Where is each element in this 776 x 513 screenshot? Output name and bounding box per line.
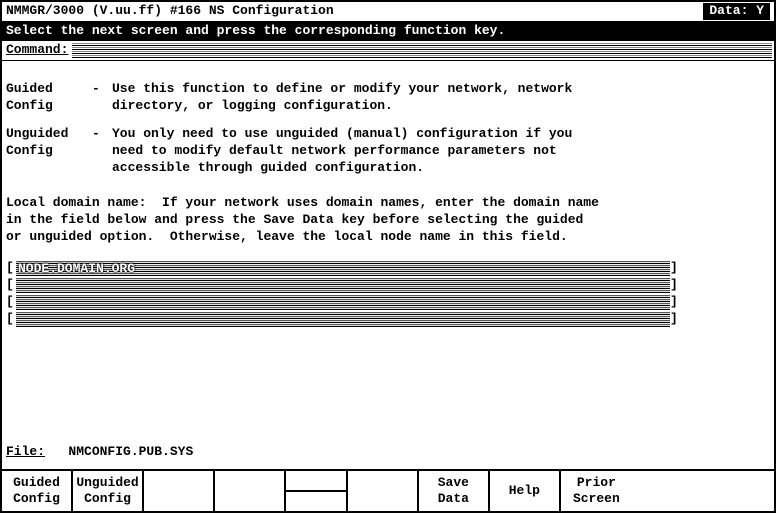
title-bar: NMMGR/3000 (V.uu.ff) #166 NS Configurati… <box>2 2 774 22</box>
domain-input-3[interactable] <box>16 295 670 310</box>
app-window: NMMGR/3000 (V.uu.ff) #166 NS Configurati… <box>0 0 776 513</box>
unguided-label: Unguided Config <box>6 126 92 177</box>
f2-unguided-config[interactable]: Unguided Config <box>73 471 144 511</box>
domain-input-1[interactable]: NODE.DOMAIN.ORG <box>16 261 670 276</box>
f7-help[interactable]: Help <box>490 471 561 511</box>
f1-guided-config[interactable]: Guided Config <box>2 471 73 511</box>
command-input[interactable] <box>72 42 772 58</box>
file-label: File: <box>6 444 45 459</box>
title-text: NMMGR/3000 (V.uu.ff) #166 NS Configurati… <box>6 3 334 20</box>
f3-blank[interactable] <box>144 471 215 511</box>
unguided-text: You only need to use unguided (manual) c… <box>112 126 770 177</box>
guided-section: Guided Config - Use this function to def… <box>6 81 770 115</box>
file-row: File: NMCONFIG.PUB.SYS <box>6 444 193 461</box>
guided-text: Use this function to define or modify yo… <box>112 81 770 115</box>
f5-blank[interactable] <box>348 471 419 511</box>
instruction-bar: Select the next screen and press the cor… <box>2 22 774 41</box>
command-row: Command: <box>2 41 774 61</box>
f8-prior-screen[interactable]: Prior Screen <box>561 471 632 511</box>
domain-instructions: Local domain name: If your network uses … <box>6 195 770 246</box>
fkey-gap <box>286 471 348 511</box>
data-indicator: Data: Y <box>703 3 770 20</box>
unguided-section: Unguided Config - You only need to use u… <box>6 126 770 177</box>
domain-input-4[interactable] <box>16 312 670 327</box>
body: Guided Config - Use this function to def… <box>2 61 774 332</box>
function-keys: Guided Config Unguided Config Save Data … <box>2 469 774 511</box>
command-label: Command: <box>2 41 72 60</box>
domain-input-2[interactable] <box>16 278 670 293</box>
domain-fields: [ NODE.DOMAIN.ORG ] [ ] [ ] [ ] <box>6 260 770 328</box>
file-value: NMCONFIG.PUB.SYS <box>68 444 193 459</box>
guided-label: Guided Config <box>6 81 92 115</box>
f4-blank[interactable] <box>215 471 286 511</box>
f6-save-data[interactable]: Save Data <box>419 471 490 511</box>
